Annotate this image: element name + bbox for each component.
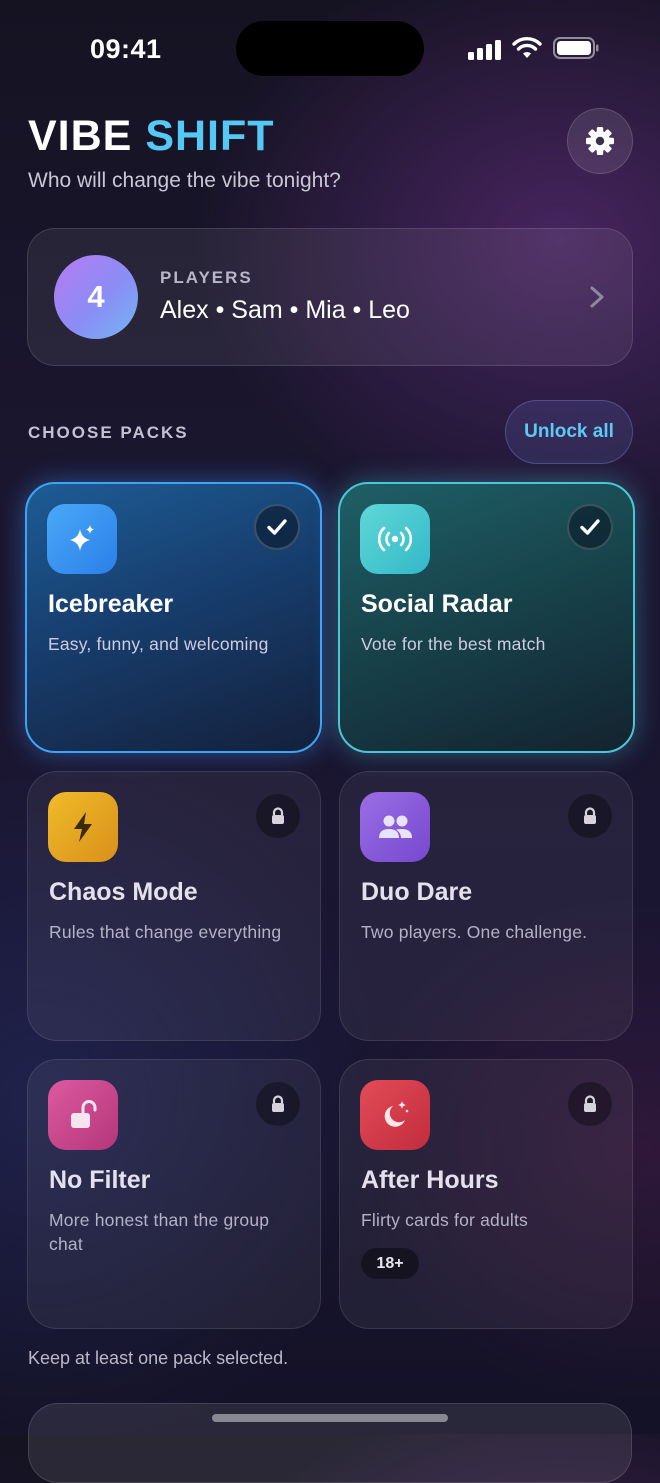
- pack-icon-tile: [360, 1080, 430, 1150]
- players-names: Alex • Sam • Mia • Leo: [160, 296, 410, 324]
- pack-description: More honest than the group chat: [49, 1210, 270, 1254]
- lock-icon: [568, 1082, 612, 1126]
- sparkles-icon: [70, 525, 94, 551]
- page-subtitle: Who will change the vibe tonight?: [28, 169, 341, 192]
- lock-icon: [256, 794, 300, 838]
- gear-icon: [586, 127, 614, 155]
- people-icon: [379, 815, 412, 838]
- pack-title: Chaos Mode: [49, 878, 198, 906]
- cellular-signal-icon: [468, 38, 502, 60]
- pack-icon-tile: [48, 792, 118, 862]
- battery-icon: [553, 37, 599, 59]
- pack-description: Vote for the best match: [361, 634, 546, 654]
- selection-hint: Keep at least one pack selected.: [28, 1348, 289, 1368]
- pack-title: Social Radar: [361, 590, 513, 618]
- moon-stars-icon: [384, 1101, 409, 1127]
- app-logo: VIBE SHIFT: [28, 112, 275, 160]
- pack-card-after-hours[interactable]: After Hours Flirty cards for adults 18+: [339, 1059, 633, 1329]
- pack-icon-tile: [360, 792, 430, 862]
- wifi-icon: [512, 37, 542, 58]
- pack-description: Rules that change everything: [49, 922, 282, 942]
- pack-card-duo-dare[interactable]: Duo Dare Two players. One challenge.: [339, 771, 633, 1041]
- dynamic-island: [236, 21, 424, 76]
- status-time: 09:41: [90, 34, 162, 64]
- pack-description: Flirty cards for adults: [361, 1210, 529, 1230]
- radar-icon: [377, 526, 413, 552]
- pack-title: Duo Dare: [361, 878, 473, 906]
- pack-card-chaos-mode[interactable]: Chaos Mode Rules that change everything: [27, 771, 321, 1041]
- pack-title: No Filter: [49, 1166, 151, 1194]
- selected-check-icon: [254, 504, 300, 550]
- pack-title: Icebreaker: [48, 590, 174, 618]
- pack-icon-tile: [360, 504, 430, 574]
- lightning-icon: [74, 812, 92, 842]
- pack-description: Easy, funny, and welcoming: [48, 634, 269, 654]
- settings-button[interactable]: [567, 108, 633, 174]
- lock-icon: [256, 1082, 300, 1126]
- pack-card-icebreaker[interactable]: Icebreaker Easy, funny, and welcoming: [25, 482, 322, 753]
- age-rating-badge: 18+: [361, 1248, 419, 1279]
- pack-title: After Hours: [361, 1166, 499, 1194]
- choose-packs-label: CHOOSE PACKS: [28, 423, 189, 442]
- pack-icon-tile: [47, 504, 117, 574]
- selected-check-icon: [567, 504, 613, 550]
- logo-word-vibe: VIBE: [28, 112, 133, 160]
- player-count-badge: 4: [54, 255, 138, 339]
- lock-icon: [568, 794, 612, 838]
- chevron-right-icon: [590, 286, 604, 308]
- pack-card-no-filter[interactable]: No Filter More honest than the group cha…: [27, 1059, 321, 1329]
- home-indicator: [212, 1414, 448, 1422]
- logo-word-shift: SHIFT: [145, 112, 275, 160]
- unlock-all-button[interactable]: Unlock all: [505, 400, 633, 464]
- players-label: PLAYERS: [160, 268, 253, 287]
- pack-icon-tile: [48, 1080, 118, 1150]
- unlock-icon: [71, 1100, 97, 1128]
- pack-card-social-radar[interactable]: Social Radar Vote for the best match: [338, 482, 635, 753]
- pack-description: Two players. One challenge.: [361, 922, 588, 942]
